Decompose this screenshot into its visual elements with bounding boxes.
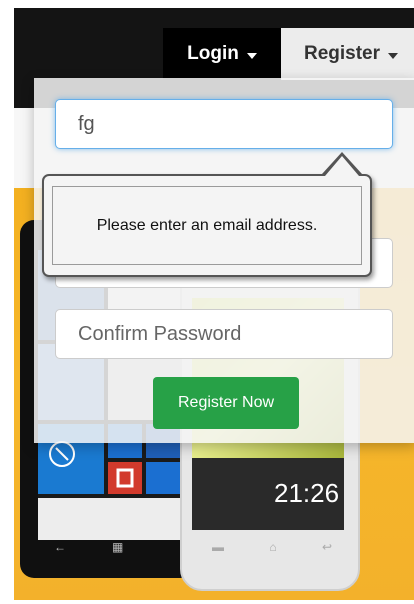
windows-home-icon: ▦	[112, 540, 124, 554]
register-now-button[interactable]: Register Now	[153, 377, 299, 429]
back-icon: ↩	[321, 540, 332, 554]
photo-tile	[38, 498, 182, 540]
home-icon: ⌂	[269, 540, 277, 554]
validation-tooltip: Please enter an email address.	[42, 174, 372, 277]
caret-down-icon	[388, 52, 399, 59]
menu-icon: ▬	[212, 540, 224, 554]
phone-hardware-keys: ▬ ⌂ ↩	[212, 540, 332, 556]
nav-register-label: Register	[303, 43, 381, 64]
caret-down-icon	[246, 52, 257, 59]
phone-nav-keys: ← ▦	[48, 540, 178, 554]
tooltip-arrow-fill	[325, 156, 359, 176]
validation-message: Please enter an email address.	[52, 186, 362, 265]
office-tile	[108, 462, 142, 494]
nav-login-label: Login	[187, 43, 239, 64]
back-arrow-icon: ←	[54, 540, 66, 554]
tile	[146, 462, 182, 494]
nav-register-dropdown[interactable]: Register	[281, 28, 414, 80]
office-icon	[116, 468, 134, 488]
confirm-password-input[interactable]	[55, 309, 393, 359]
email-input[interactable]	[55, 99, 393, 149]
phone-clock: 21:26	[274, 478, 340, 508]
nav-login-dropdown[interactable]: Login	[163, 28, 281, 80]
